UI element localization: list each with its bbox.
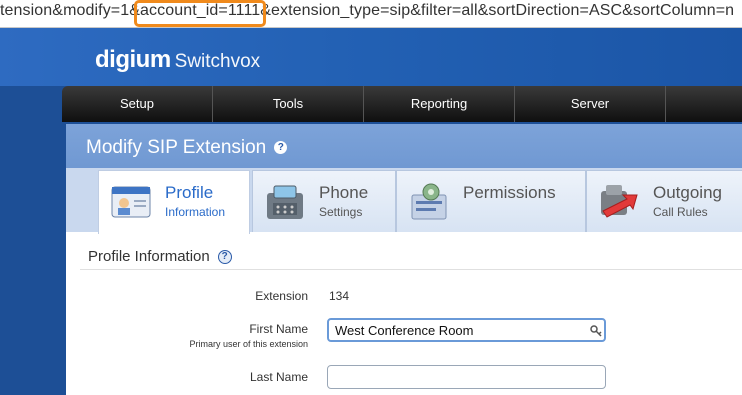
nav-server[interactable]: Server (515, 86, 666, 122)
brand-logo[interactable]: digium Switchvox (95, 46, 260, 74)
tab-outgoing-title: Outgoing (653, 183, 722, 202)
section-divider (80, 269, 742, 270)
autofill-key-icon[interactable] (589, 324, 603, 338)
tab-permissions-title: Permissions (463, 183, 556, 202)
permissions-icon (411, 183, 447, 220)
last-name-input[interactable] (327, 365, 606, 389)
brand-name: digium (95, 46, 171, 73)
tab-outgoing[interactable]: Outgoing Call Rules (586, 170, 742, 232)
tab-profile-title: Profile (165, 183, 214, 202)
page-title-wrap: Modify SIP Extension? (86, 137, 288, 159)
tab-profile[interactable]: Profile Information (98, 170, 250, 234)
first-name-sublabel: Primary user of this extension (189, 339, 308, 349)
profile-card-icon (111, 186, 151, 218)
product-name: Switchvox (174, 51, 261, 72)
nav-reporting[interactable]: Reporting (364, 86, 515, 122)
content-panel: Modify SIP Extension? Profile Informatio… (66, 124, 742, 395)
section-title: Profile Information (88, 248, 210, 265)
tab-phone-title: Phone (319, 183, 369, 202)
extension-label: Extension (255, 289, 308, 303)
page-title: Modify SIP Extension (86, 137, 267, 158)
first-name-input[interactable] (327, 318, 606, 342)
tab-permissions[interactable]: Permissions (396, 170, 586, 232)
tab-phone[interactable]: Phone Settings (252, 170, 396, 232)
section-title-wrap: Profile Information? (88, 248, 232, 265)
section-help-icon[interactable]: ? (217, 250, 232, 265)
nav-setup[interactable]: Setup (62, 86, 213, 122)
extension-value: 134 (329, 289, 350, 303)
last-name-label: Last Name (249, 370, 308, 384)
first-name-label: First Name (249, 322, 308, 336)
outgoing-arrow-icon (601, 185, 638, 218)
main-nav: Setup Tools Reporting Server (62, 86, 742, 122)
tab-profile-subtitle: Information (165, 205, 226, 219)
desk-phone-icon (267, 185, 303, 219)
help-icon[interactable]: ? (274, 141, 288, 155)
tab-phone-subtitle: Settings (319, 205, 363, 219)
panel-title-bar: Modify SIP Extension? (66, 124, 742, 174)
nav-tools[interactable]: Tools (213, 86, 364, 122)
tab-outgoing-subtitle: Call Rules (653, 205, 708, 219)
